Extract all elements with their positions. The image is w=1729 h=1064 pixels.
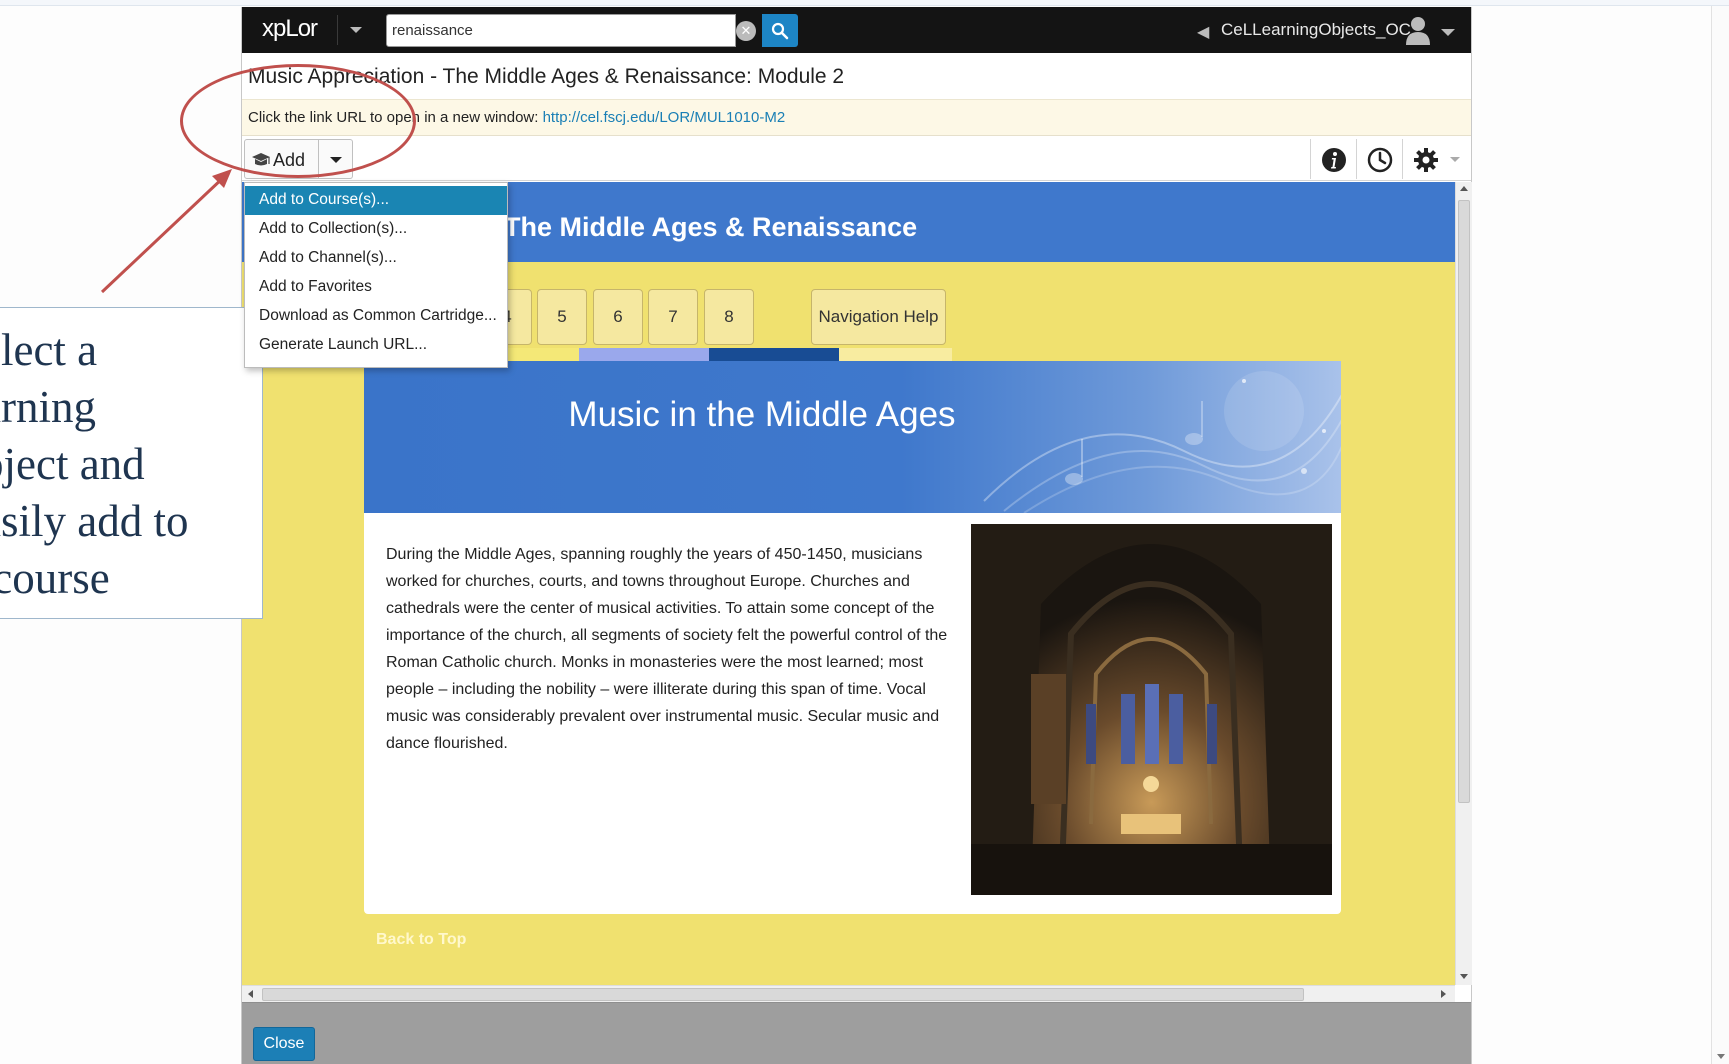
menu-item-download-cartridge[interactable]: Download as Common Cartridge... [245, 302, 507, 331]
menu-item-add-to-channels[interactable]: Add to Channel(s)... [245, 244, 507, 273]
music-notes-decoration [983, 371, 1341, 513]
menu-item-add-to-courses[interactable]: Add to Course(s)... [245, 186, 507, 215]
user-icon[interactable] [1404, 15, 1432, 45]
menu-item-add-to-favorites[interactable]: Add to Favorites [245, 273, 507, 302]
settings-button[interactable] [1402, 139, 1448, 179]
top-navigation-bar: xpLor ✕ ◀ CeLLearningObjects_OC [242, 7, 1471, 53]
annotation-line: arning [0, 382, 96, 432]
chevron-down-icon[interactable] [350, 27, 362, 33]
scroll-down-icon[interactable] [1717, 1054, 1725, 1059]
nav-button-6[interactable]: 6 [593, 289, 643, 345]
clock-icon [1367, 147, 1393, 173]
menu-item-generate-launch-url[interactable]: Generate Launch URL... [245, 331, 507, 360]
cathedral-illustration [971, 524, 1332, 895]
scroll-up-icon[interactable] [1460, 186, 1468, 191]
navigation-help-button[interactable]: Navigation Help [811, 289, 946, 345]
nav-button-7[interactable]: 7 [648, 289, 698, 345]
annotation-line: elect a [0, 325, 98, 375]
nav-button-5[interactable]: 5 [537, 289, 587, 345]
annotation-line: asily add to [0, 496, 189, 546]
annotation-line: course [0, 553, 110, 603]
launch-link[interactable]: http://cel.fscj.edu/LOR/MUL1010-M2 [543, 109, 786, 126]
back-arrow-icon[interactable]: ◀ [1197, 22, 1209, 42]
hero-banner: Music in the Middle Ages [364, 361, 1341, 513]
toolbar-more-chevron-icon[interactable] [1450, 157, 1460, 162]
search-icon [771, 22, 789, 40]
scroll-thumb[interactable] [262, 988, 1304, 1001]
nav-button-8[interactable]: 8 [704, 289, 754, 345]
info-icon [1322, 148, 1346, 172]
body-paragraph: During the Middle Ages, spanning roughly… [386, 546, 948, 752]
toolbar: Add [242, 137, 1471, 181]
user-menu-chevron-icon[interactable] [1441, 29, 1455, 36]
color-stripe [579, 348, 709, 361]
back-to-top-link[interactable]: Back to Top [376, 931, 466, 949]
horizontal-scrollbar[interactable] [242, 985, 1455, 1002]
annotation-text: elect a arning bject and asily add to co… [0, 322, 281, 607]
search-button[interactable] [762, 14, 798, 47]
banner-title: The Middle Ages & Renaissance [504, 212, 918, 242]
screen: xpLor ✕ ◀ CeLLearningObjects_OC Music Ap… [0, 0, 1729, 1064]
scroll-down-icon[interactable] [1460, 974, 1468, 979]
logo-separator [337, 15, 338, 45]
color-stripe [839, 348, 952, 361]
info-bar: Click the link URL to open in a new wind… [242, 99, 1471, 136]
gear-icon [1414, 148, 1438, 172]
color-stripe [709, 348, 839, 361]
vertical-scrollbar[interactable] [1455, 182, 1472, 985]
content-card: During the Middle Ages, spanning roughly… [364, 513, 1341, 914]
scroll-right-icon[interactable] [1441, 990, 1446, 998]
scroll-thumb[interactable] [1458, 200, 1470, 803]
annotation-line: bject and [0, 439, 145, 489]
browser-top-edge [0, 0, 1729, 6]
add-dropdown-menu: Add to Course(s)... Add to Collection(s)… [244, 182, 508, 368]
annotation-arrow [100, 169, 232, 294]
info-button[interactable] [1310, 139, 1356, 179]
xplor-logo[interactable]: xpLor [262, 15, 318, 43]
learning-object-window: xpLor ✕ ◀ CeLLearningObjects_OC Music Ap… [241, 7, 1472, 1064]
search-input[interactable] [386, 14, 736, 47]
menu-item-add-to-collections[interactable]: Add to Collection(s)... [245, 215, 507, 244]
history-button[interactable] [1356, 139, 1402, 179]
page-scrollbar[interactable] [1711, 6, 1729, 1064]
annotation-callout: elect a arning bject and asily add to co… [0, 307, 263, 619]
window-footer: Close [242, 1002, 1471, 1064]
cathedral-photo [971, 524, 1332, 895]
scroll-left-icon[interactable] [248, 990, 253, 998]
clear-search-icon[interactable]: ✕ [736, 21, 756, 41]
close-button[interactable]: Close [253, 1027, 315, 1061]
username-label[interactable]: CeLLearningObjects_OC [1221, 20, 1411, 40]
